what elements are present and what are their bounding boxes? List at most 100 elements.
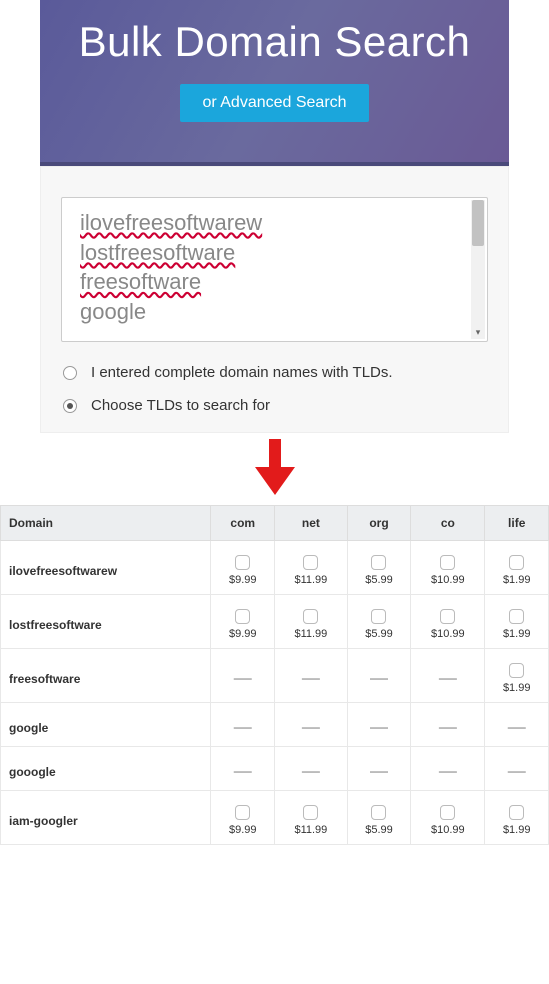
select-checkbox[interactable] [235, 609, 250, 624]
select-checkbox[interactable] [371, 555, 386, 570]
select-checkbox[interactable] [440, 555, 455, 570]
price-cell: $10.99 [411, 791, 485, 845]
advanced-search-button[interactable]: or Advanced Search [180, 84, 368, 122]
price-label: $10.99 [431, 824, 465, 836]
unavailable-icon: — [508, 761, 526, 781]
price-cell: $5.99 [347, 595, 411, 649]
unavailable-icon: — [439, 761, 457, 781]
select-checkbox[interactable] [235, 555, 250, 570]
price-label: $1.99 [503, 628, 531, 640]
price-label: $1.99 [503, 682, 531, 694]
textarea-line: google [80, 297, 469, 327]
col-domain: Domain [1, 506, 211, 541]
price-cell: $9.99 [211, 541, 275, 595]
price-cell: — [211, 649, 275, 703]
select-checkbox[interactable] [235, 805, 250, 820]
unavailable-icon: — [439, 717, 457, 737]
select-checkbox[interactable] [303, 555, 318, 570]
price-label: $5.99 [365, 628, 393, 640]
price-cell: $5.99 [347, 541, 411, 595]
scrollbar[interactable]: ▾ [471, 200, 485, 339]
price-cell: $1.99 [485, 541, 549, 595]
price-label: $10.99 [431, 628, 465, 640]
price-label: $1.99 [503, 824, 531, 836]
price-cell: — [347, 703, 411, 747]
col-tld: co [411, 506, 485, 541]
price-cell: $1.99 [485, 649, 549, 703]
price-label: $9.99 [229, 628, 257, 640]
price-cell: $9.99 [211, 595, 275, 649]
select-checkbox[interactable] [509, 555, 524, 570]
select-checkbox[interactable] [440, 609, 455, 624]
arrow-down-icon [253, 439, 297, 497]
table-row: google — — — — — [1, 703, 549, 747]
unavailable-icon: — [508, 717, 526, 737]
search-panel: ilovefreesoftwarewlostfreesoftwarefreeso… [40, 166, 509, 433]
unavailable-icon: — [370, 761, 388, 781]
price-cell: — [347, 747, 411, 791]
price-cell: — [275, 649, 348, 703]
select-checkbox[interactable] [509, 663, 524, 678]
scrollbar-thumb[interactable] [472, 200, 484, 246]
select-checkbox[interactable] [509, 805, 524, 820]
option-label: Choose TLDs to search for [91, 397, 270, 414]
select-checkbox[interactable] [303, 805, 318, 820]
option-complete-tlds[interactable]: I entered complete domain names with TLD… [61, 356, 488, 389]
price-cell: $9.99 [211, 791, 275, 845]
price-label: $1.99 [503, 574, 531, 586]
price-cell: $1.99 [485, 791, 549, 845]
hero-banner: Bulk Domain Search or Advanced Search [40, 0, 509, 166]
table-row: freesoftware — — — — $1.99 [1, 649, 549, 703]
col-tld: org [347, 506, 411, 541]
price-label: $11.99 [294, 574, 327, 586]
price-cell: — [485, 747, 549, 791]
select-checkbox[interactable] [371, 609, 386, 624]
textarea-line: freesoftware [80, 267, 469, 297]
unavailable-icon: — [234, 668, 252, 688]
domain-cell: google [1, 703, 211, 747]
domain-cell: ilovefreesoftwarew [1, 541, 211, 595]
price-cell: $10.99 [411, 541, 485, 595]
price-cell: — [275, 703, 348, 747]
textarea-line: ilovefreesoftwarew [80, 208, 469, 238]
price-label: $9.99 [229, 574, 257, 586]
price-label: $5.99 [365, 574, 393, 586]
price-label: $5.99 [365, 824, 393, 836]
price-cell: — [211, 703, 275, 747]
col-tld: com [211, 506, 275, 541]
price-cell: $1.99 [485, 595, 549, 649]
unavailable-icon: — [439, 668, 457, 688]
select-checkbox[interactable] [303, 609, 318, 624]
price-cell: $10.99 [411, 595, 485, 649]
domain-cell: freesoftware [1, 649, 211, 703]
price-cell: — [411, 649, 485, 703]
unavailable-icon: — [234, 761, 252, 781]
domain-cell: iam-googler [1, 791, 211, 845]
table-row: gooogle————— [1, 747, 549, 791]
col-tld: life [485, 506, 549, 541]
option-choose-tlds[interactable]: Choose TLDs to search for [61, 389, 488, 422]
price-label: $10.99 [431, 574, 465, 586]
price-cell: — [275, 747, 348, 791]
unavailable-icon: — [234, 717, 252, 737]
radio-icon [63, 366, 77, 380]
scroll-down-icon[interactable]: ▾ [471, 325, 485, 339]
unavailable-icon: — [302, 717, 320, 737]
price-cell: — [211, 747, 275, 791]
domain-textarea[interactable]: ilovefreesoftwarewlostfreesoftwarefreeso… [61, 197, 488, 342]
select-checkbox[interactable] [371, 805, 386, 820]
page-title: Bulk Domain Search [40, 18, 509, 66]
option-label: I entered complete domain names with TLD… [91, 364, 393, 381]
table-row: lostfreesoftware$9.99$11.99$5.99$10.99$1… [1, 595, 549, 649]
price-cell: — [411, 703, 485, 747]
price-cell: — [485, 703, 549, 747]
unavailable-icon: — [370, 668, 388, 688]
table-row: ilovefreesoftwarew $9.99 $11.99 $5.99 $10.99… [1, 541, 549, 595]
select-checkbox[interactable] [509, 609, 524, 624]
textarea-line: lostfreesoftware [80, 238, 469, 268]
radio-icon [63, 399, 77, 413]
unavailable-icon: — [302, 761, 320, 781]
select-checkbox[interactable] [440, 805, 455, 820]
unavailable-icon: — [370, 717, 388, 737]
results-table: Domaincomnetorgcolife ilovefreesoftwarew… [0, 505, 549, 845]
